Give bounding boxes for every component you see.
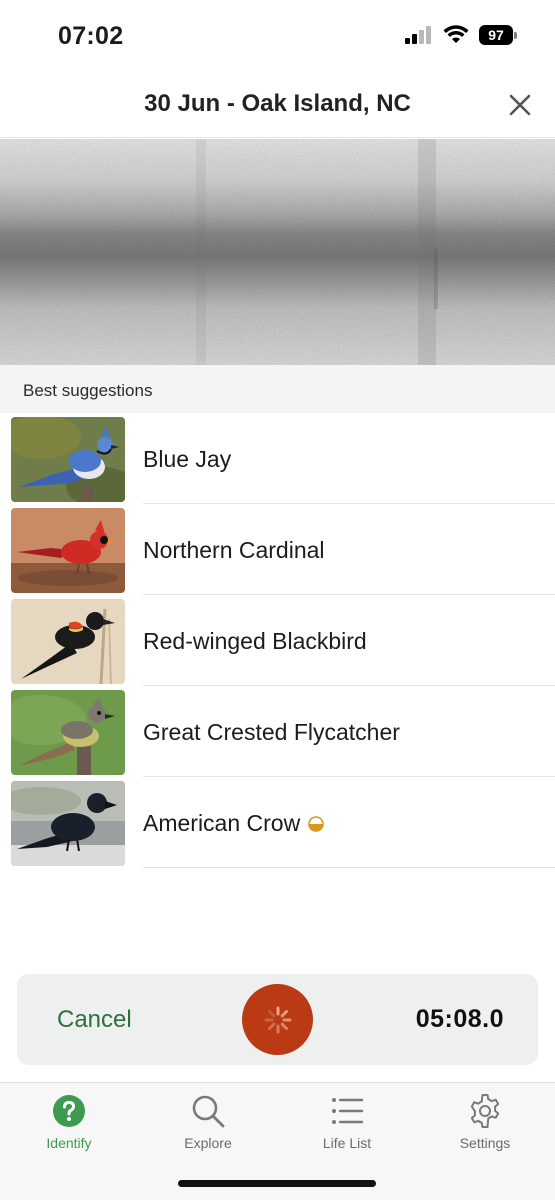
signal-icon: [405, 26, 431, 44]
tab-label: Life List: [322, 1135, 372, 1151]
spinner-icon: [264, 1006, 291, 1033]
bird-name: Great Crested Flycatcher: [143, 719, 400, 746]
suggestion-row[interactable]: Northern Cardinal: [0, 504, 555, 595]
gear-icon: [470, 1094, 500, 1128]
american-crow-photo: [11, 781, 125, 866]
list-icon: [332, 1098, 364, 1124]
tab-label: Settings: [459, 1135, 511, 1151]
bird-name-text: American Crow: [143, 810, 301, 836]
spectrogram: [0, 139, 555, 365]
suggestion-row[interactable]: Great Crested Flycatcher: [0, 686, 555, 777]
battery-icon: 97: [479, 25, 517, 45]
bird-name-text: Northern Cardinal: [143, 537, 325, 563]
tab-identify[interactable]: Identify: [14, 1093, 124, 1157]
status-icons: 97: [405, 25, 517, 45]
battery-tip: [514, 31, 517, 39]
search-icon: [192, 1095, 225, 1128]
home-indicator: [178, 1180, 376, 1187]
suggestion-row[interactable]: American Crow: [0, 777, 555, 868]
suggestion-row[interactable]: Red-winged Blackbird: [0, 595, 555, 686]
wifi-icon: [443, 25, 469, 43]
tab-label: Identify: [46, 1135, 92, 1151]
suggestion-list: Blue Jay Northern Cardinal Red-winged Bl…: [0, 413, 555, 868]
tab-settings[interactable]: Settings: [430, 1093, 540, 1157]
section-header: Best suggestions: [0, 365, 555, 413]
bird-name: Red-winged Blackbird: [143, 628, 367, 655]
status-bar: 07:02 97: [0, 0, 555, 72]
question-icon: [53, 1095, 85, 1127]
section-label: Best suggestions: [23, 381, 153, 400]
red-winged-blackbird-photo: [11, 599, 125, 684]
tab-life-list[interactable]: Life List: [292, 1093, 402, 1157]
suggestion-row[interactable]: Blue Jay: [0, 413, 555, 504]
status-time: 07:02: [58, 22, 124, 50]
bird-name: Blue Jay: [143, 446, 231, 473]
half-circle-icon: [308, 815, 325, 832]
tab-label: Explore: [184, 1135, 232, 1151]
bird-name-text: Blue Jay: [143, 446, 232, 472]
bird-name: Northern Cardinal: [143, 537, 325, 564]
bird-name-text: Great Crested Flycatcher: [143, 719, 400, 745]
blue-jay-photo: [11, 417, 125, 502]
elapsed-time: 05:08.0: [415, 1005, 504, 1033]
record-button[interactable]: [242, 984, 313, 1055]
great-crested-flycatcher-photo: [11, 690, 125, 775]
northern-cardinal-photo: [11, 508, 125, 593]
page-title: 30 Jun - Oak Island, NC: [144, 90, 411, 117]
bird-name: American Crow: [143, 810, 325, 837]
battery-level: 97: [479, 25, 513, 45]
row-divider: [143, 867, 555, 868]
header: 30 Jun - Oak Island, NC: [0, 72, 555, 138]
close-icon[interactable]: [507, 92, 533, 118]
tab-explore[interactable]: Explore: [153, 1093, 263, 1157]
recording-bar: Cancel 05:08.0: [17, 974, 538, 1065]
cancel-button[interactable]: Cancel: [57, 1006, 132, 1034]
bird-name-text: Red-winged Blackbird: [143, 628, 367, 654]
